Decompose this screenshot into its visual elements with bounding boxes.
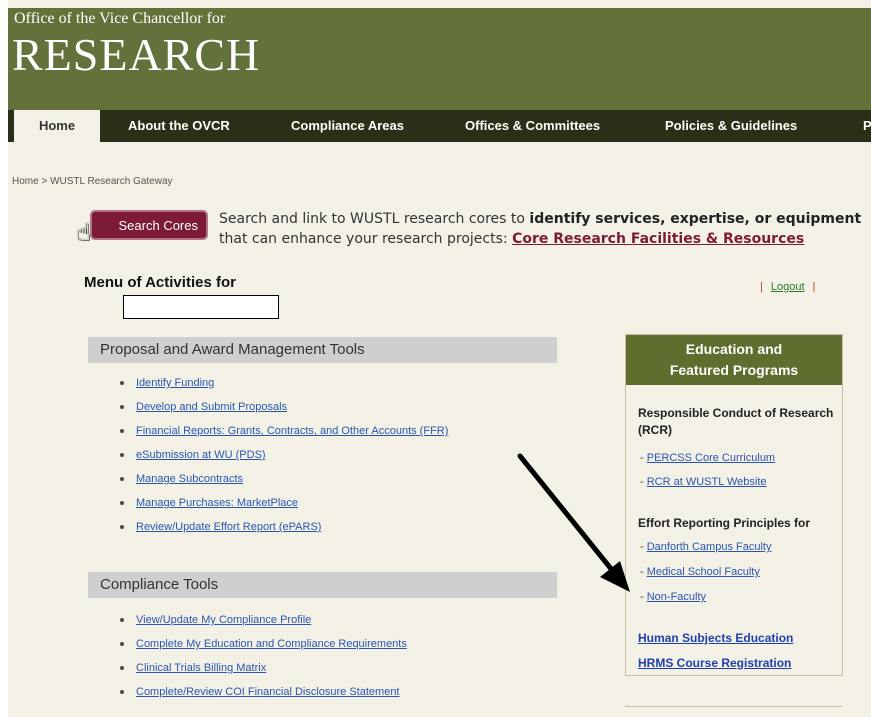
annotation-arrow-icon — [517, 453, 630, 592]
